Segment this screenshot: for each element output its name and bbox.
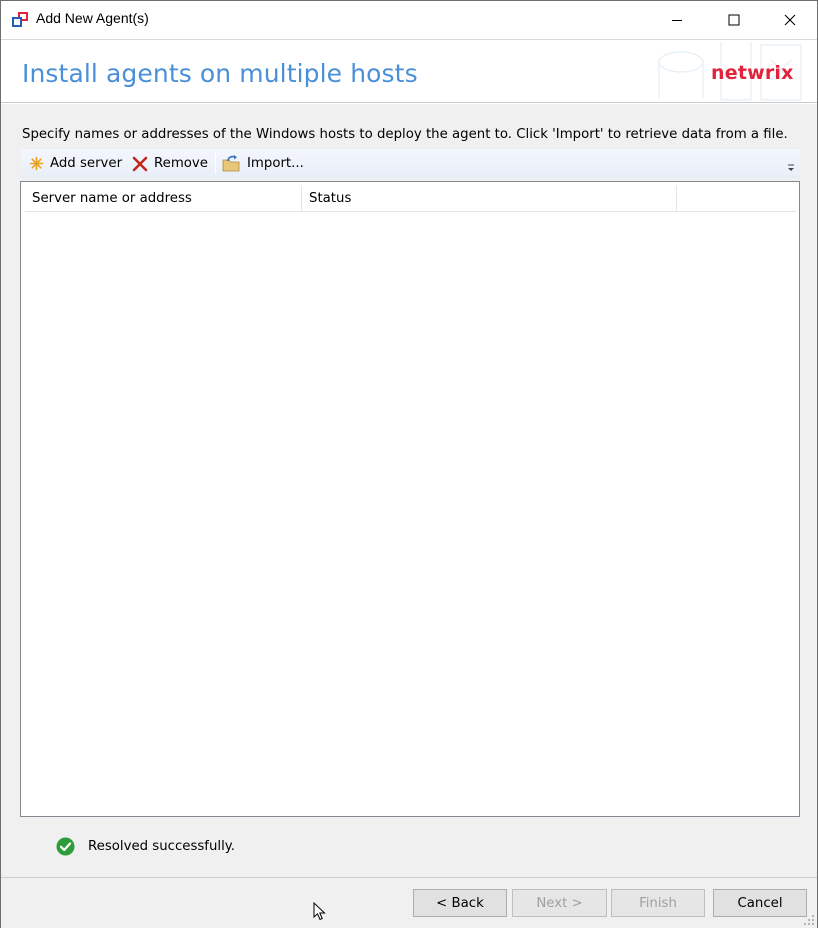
title-bar[interactable]: Add New Agent(s) xyxy=(1,1,817,38)
close-button[interactable] xyxy=(761,1,818,38)
grid-toolbar: Add server Remove Import... xyxy=(21,149,800,178)
window-title: Add New Agent(s) xyxy=(36,10,149,26)
cancel-button[interactable]: Cancel xyxy=(713,889,807,917)
add-server-label: Add server xyxy=(50,156,123,171)
instruction-text: Specify names or addresses of the Window… xyxy=(22,127,788,142)
maximize-icon xyxy=(728,14,739,25)
app-icon xyxy=(12,12,28,27)
check-circle-icon xyxy=(56,837,75,856)
remove-x-icon xyxy=(132,156,148,171)
import-folder-icon xyxy=(222,155,240,172)
toolbar-separator xyxy=(215,153,216,174)
toolbar-overflow-icon[interactable] xyxy=(786,163,796,173)
minimize-icon xyxy=(671,19,682,21)
add-server-button[interactable]: Add server xyxy=(29,153,122,174)
add-new-agents-window: Add New Agent(s) Install agents on multi… xyxy=(0,0,818,928)
column-header-filler xyxy=(677,186,797,212)
close-icon xyxy=(784,14,795,25)
maximize-button[interactable] xyxy=(705,1,762,38)
wizard-body: Specify names or addresses of the Window… xyxy=(1,104,817,877)
wizard-footer: < Back Next > Finish Cancel xyxy=(1,877,817,928)
page-title: Install agents on multiple hosts xyxy=(22,59,418,88)
finish-button[interactable]: Finish xyxy=(611,889,705,917)
remove-button[interactable]: Remove xyxy=(132,153,208,174)
back-button[interactable]: < Back xyxy=(413,889,507,917)
servers-grid[interactable]: Server name or address Status xyxy=(20,181,800,817)
netwrix-logo: netwrix xyxy=(711,62,794,84)
mouse-cursor-icon xyxy=(313,902,326,921)
resolve-status: Resolved successfully. xyxy=(56,837,235,856)
status-text: Resolved successfully. xyxy=(88,839,236,854)
add-star-icon xyxy=(29,156,44,171)
import-button[interactable]: Import... xyxy=(222,153,304,174)
grid-header: Server name or address Status xyxy=(25,186,797,212)
minimize-button[interactable] xyxy=(648,1,705,38)
import-label: Import... xyxy=(247,156,304,171)
wizard-header: Install agents on multiple hosts netwrix xyxy=(1,39,817,103)
remove-label: Remove xyxy=(154,156,208,171)
column-header-status[interactable]: Status xyxy=(302,186,677,212)
column-header-server[interactable]: Server name or address xyxy=(25,186,302,212)
resize-grip-icon[interactable] xyxy=(803,914,815,926)
next-button[interactable]: Next > xyxy=(512,889,607,917)
